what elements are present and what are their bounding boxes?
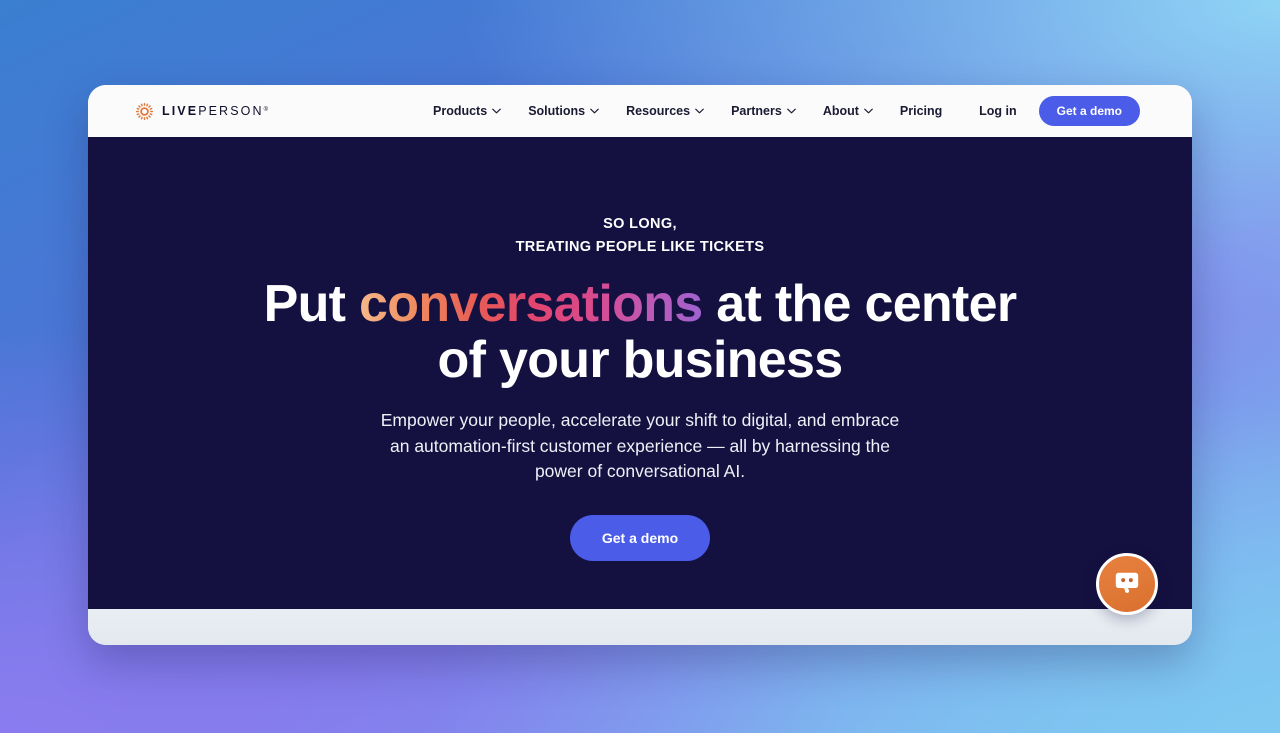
headline-text-before: Put: [263, 274, 360, 333]
nav-label: Resources: [626, 104, 691, 118]
browser-site-card: LIVE PERSON ® Products Solutions Resources: [88, 85, 1192, 645]
site-header: LIVE PERSON ® Products Solutions Resources: [88, 85, 1192, 137]
header-get-a-demo-button[interactable]: Get a demo: [1038, 96, 1140, 126]
nav-label: Solutions: [528, 104, 586, 118]
chevron-down-icon: [695, 108, 704, 114]
hero-headline: Put conversations at the center of your …: [260, 276, 1020, 388]
hero-subheading: Empower your people, accelerate your shi…: [380, 410, 900, 482]
chat-widget-button[interactable]: [1096, 553, 1158, 615]
main-navigation: Products Solutions Resources Partners Ab…: [433, 104, 942, 118]
nav-label: Pricing: [899, 104, 943, 118]
logo-wordmark: LIVE PERSON ®: [162, 104, 268, 118]
chevron-down-icon: [787, 108, 796, 114]
chevron-down-icon: [492, 108, 501, 114]
nav-label: Partners: [731, 104, 782, 118]
hero-eyebrow-line2: TREATING PEOPLE LIKE TICKETS: [515, 239, 765, 256]
chevron-down-icon: [864, 108, 873, 114]
logo-word-person: PERSON: [198, 104, 264, 118]
chevron-down-icon: [590, 108, 599, 114]
hero-section: SO LONG, TREATING PEOPLE LIKE TICKETS Pu…: [88, 137, 1192, 609]
nav-item-pricing[interactable]: Pricing: [900, 104, 942, 118]
logo-word-live: LIVE: [162, 104, 199, 118]
nav-label: Products: [433, 104, 488, 118]
chat-bot-face-icon: [1111, 568, 1143, 600]
hero-eyebrow: SO LONG, TREATING PEOPLE LIKE TICKETS: [516, 213, 765, 260]
login-link[interactable]: Log in: [979, 104, 1017, 118]
nav-label: About: [822, 104, 859, 118]
nav-item-solutions[interactable]: Solutions: [528, 104, 599, 118]
nav-item-about[interactable]: About: [823, 104, 873, 118]
liveperson-sun-gear-icon: [136, 102, 153, 120]
hero-eyebrow-line1: SO LONG,: [603, 216, 677, 232]
nav-item-resources[interactable]: Resources: [626, 104, 704, 118]
liveperson-logo[interactable]: LIVE PERSON ®: [136, 102, 268, 120]
headline-gradient-word: conversations: [359, 274, 703, 333]
page-section-below-hero: [88, 609, 1192, 645]
registered-mark: ®: [263, 107, 268, 113]
header-actions: Log in Get a demo: [979, 96, 1140, 126]
nav-item-products[interactable]: Products: [433, 104, 501, 118]
hero-get-a-demo-button[interactable]: Get a demo: [569, 515, 711, 562]
nav-item-partners[interactable]: Partners: [731, 104, 796, 118]
